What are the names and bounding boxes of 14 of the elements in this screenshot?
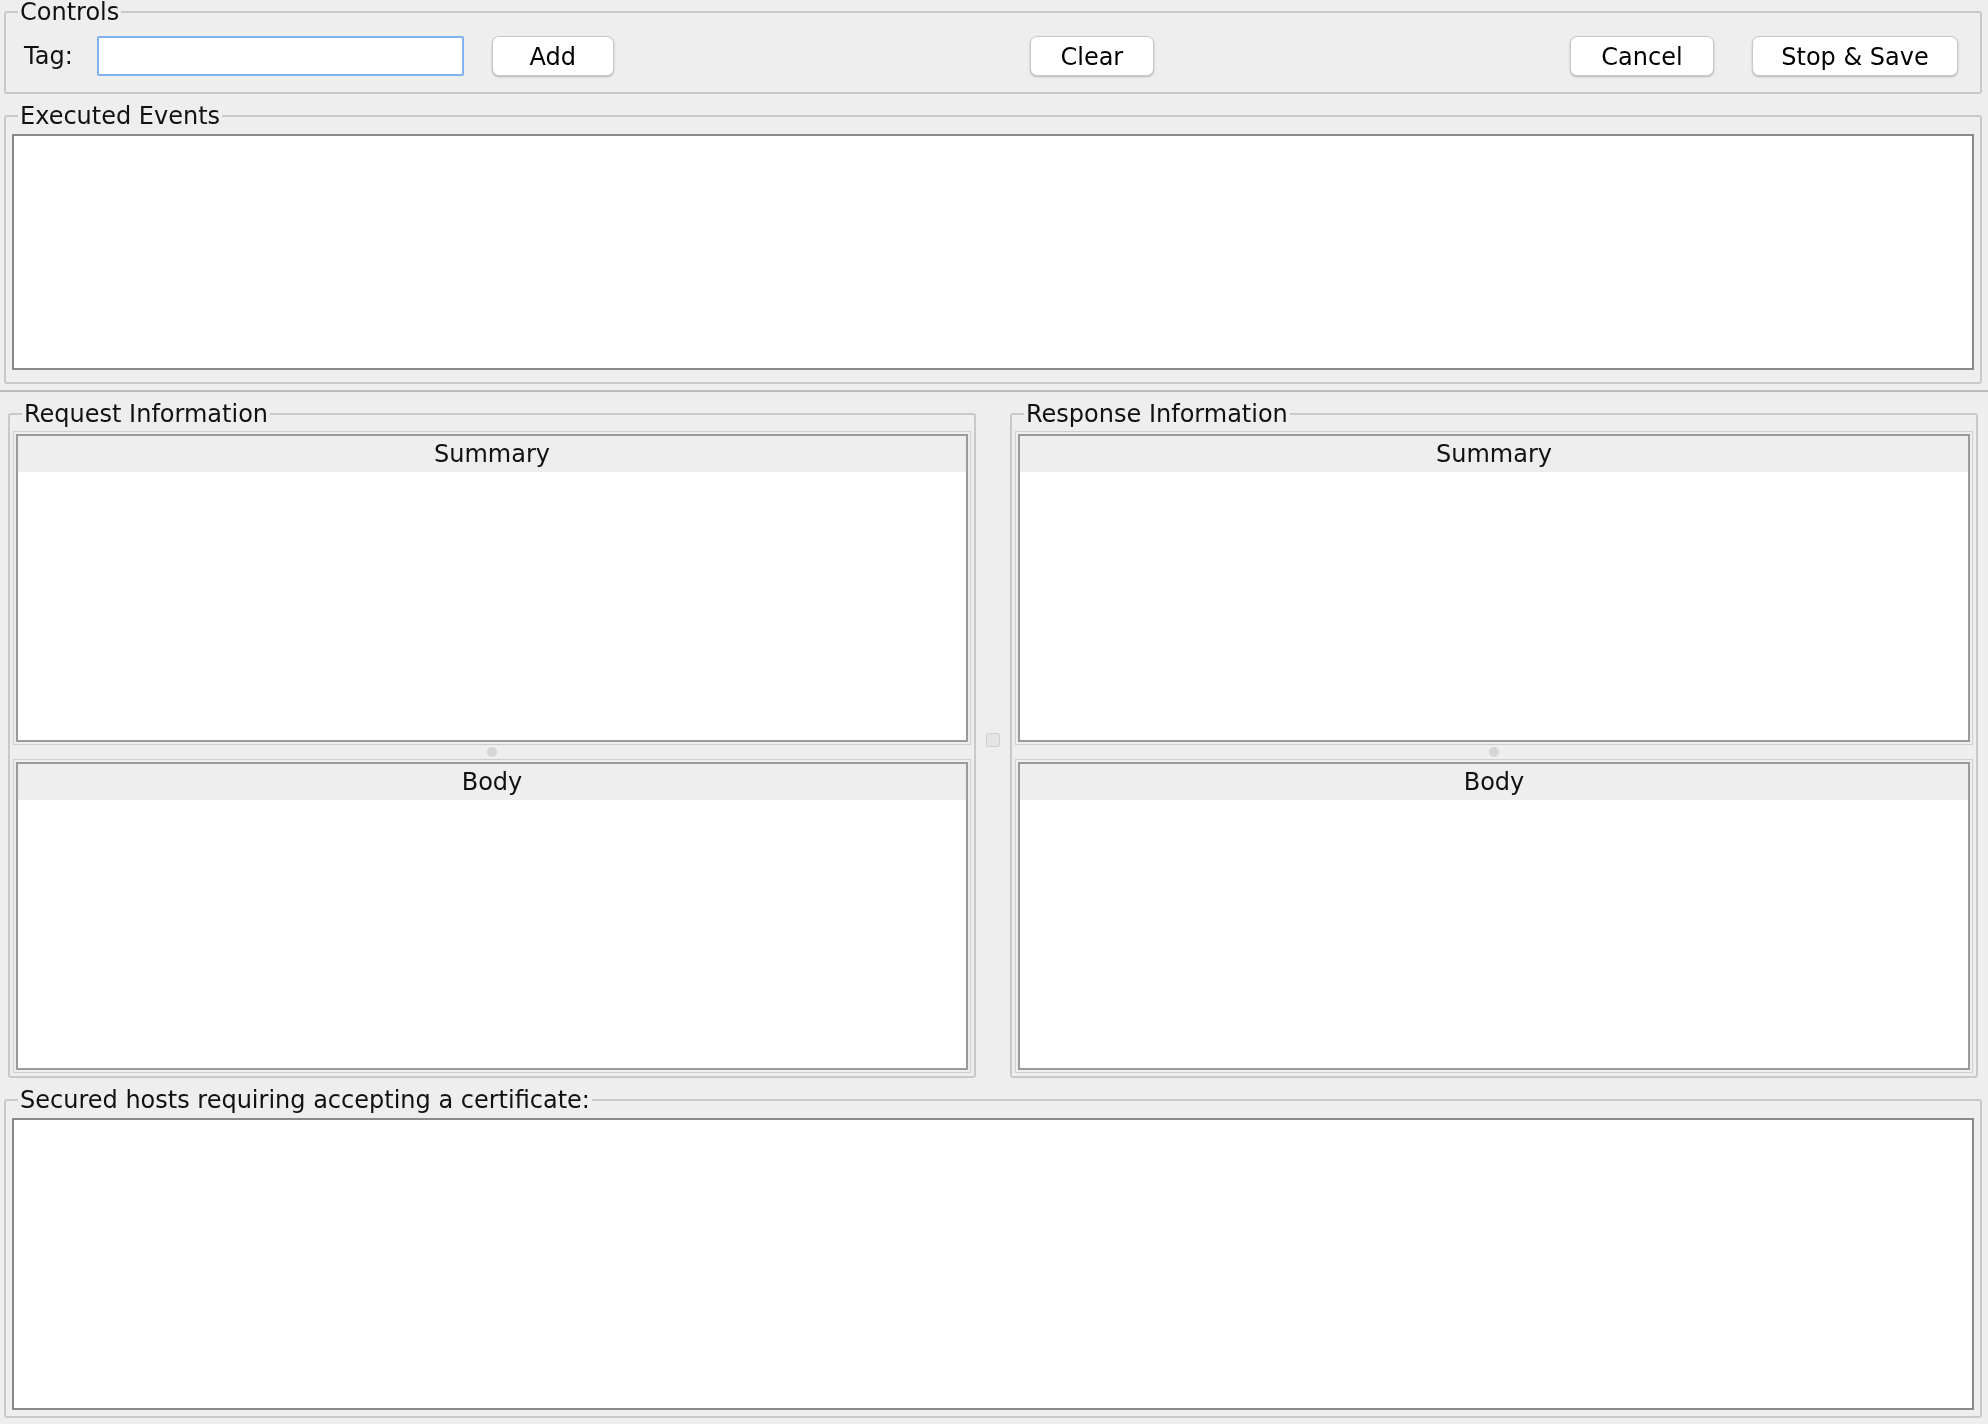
column-header: Body: [18, 764, 966, 800]
add-button[interactable]: Add: [491, 36, 614, 76]
tag-label: Tag:: [24, 41, 73, 72]
clear-button[interactable]: Clear: [1029, 36, 1154, 76]
group-title: Controls: [19, 0, 121, 24]
stop-and-save-button[interactable]: Stop & Save: [1752, 36, 1958, 76]
group-title: Executed Events: [19, 104, 222, 128]
column-header: Summary: [1020, 436, 1968, 472]
group-title: Request Information: [23, 402, 270, 426]
cancel-button[interactable]: Cancel: [1570, 36, 1714, 76]
column-header: Summary: [18, 436, 966, 472]
group-title: Response Information: [1025, 402, 1289, 426]
group-title: Secured hosts requiring accepting a certificate:: [19, 1088, 591, 1112]
column-header: Body: [1020, 764, 1968, 800]
